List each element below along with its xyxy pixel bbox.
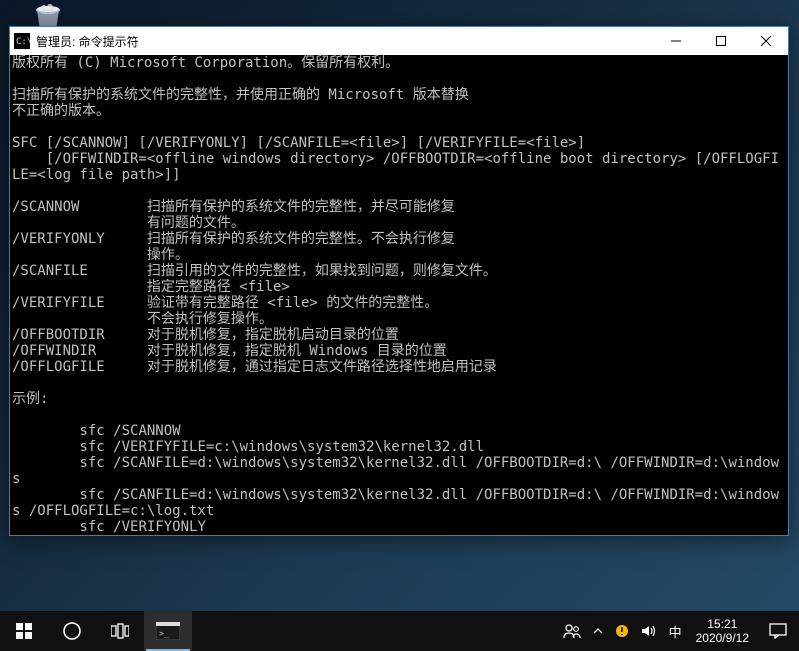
task-view-icon [111,623,129,639]
people-button[interactable] [557,611,587,651]
tray-volume-icon[interactable] [635,611,663,651]
close-button[interactable] [743,27,788,55]
volume-icon [641,624,657,638]
taskbar-right: 中 15:21 2020/9/12 [557,611,799,651]
window-controls [653,27,788,55]
cmd-taskbar-icon: >_ [156,622,180,640]
cmd-window-icon: C:\ [14,33,30,49]
clock-time: 15:21 [707,617,737,631]
action-center-button[interactable] [757,611,799,651]
cortana-search-button[interactable] [48,611,96,651]
close-icon [761,36,771,46]
taskbar: >_ 中 1 [0,611,799,651]
tray-security-icon[interactable] [609,611,635,651]
clock-date: 2020/9/12 [696,631,749,645]
cortana-circle-icon [62,621,82,641]
maximize-button[interactable] [698,27,743,55]
start-button[interactable] [0,611,48,651]
window-title: 管理员: 命令提示符 [36,33,139,50]
svg-text:C:\: C:\ [16,37,30,47]
task-view-button[interactable] [96,611,144,651]
minimize-button[interactable] [653,27,698,55]
ime-indicator[interactable]: 中 [663,611,688,651]
maximize-icon [716,36,726,46]
windows-logo-icon [16,623,32,639]
chevron-up-icon [593,626,603,636]
minimize-icon [671,36,681,46]
people-icon [563,622,581,640]
titlebar-left: C:\ 管理员: 命令提示符 [14,33,139,50]
command-prompt-window: C:\ 管理员: 命令提示符 版权所有 (C) Microsoft Corpor… [9,26,789,536]
tray-chevron-up[interactable] [587,611,609,651]
svg-text:>_: >_ [159,629,169,638]
taskbar-left: >_ [0,611,192,651]
security-shield-icon [615,624,629,638]
notification-icon [769,623,787,639]
console-output[interactable]: 版权所有 (C) Microsoft Corporation。保留所有权利。 扫… [10,55,788,535]
taskbar-app-cmd[interactable]: >_ [144,611,192,651]
window-titlebar[interactable]: C:\ 管理员: 命令提示符 [10,27,788,55]
taskbar-clock[interactable]: 15:21 2020/9/12 [688,611,757,651]
